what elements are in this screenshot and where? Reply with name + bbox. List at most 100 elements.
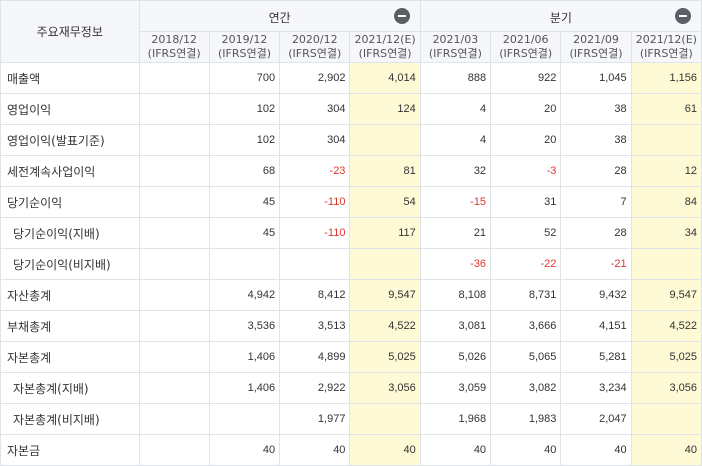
- table-cell: 3,082: [490, 372, 562, 404]
- table-cell: 52: [490, 217, 562, 249]
- table-cell: 3,513: [279, 310, 351, 342]
- table-cell: 2,902: [279, 62, 351, 94]
- table-cell: 9,432: [560, 279, 632, 311]
- table-cell: [138, 403, 210, 435]
- table-row: 영업이익(발표기준) 102 304 4 20 38: [0, 124, 702, 156]
- table-cell: 5,026: [419, 341, 492, 373]
- table-cell: 3,081: [419, 310, 492, 342]
- table-cell: 4: [419, 124, 492, 156]
- column-header: 2021/09 (IFRS연결): [560, 31, 632, 63]
- table-cell: 9,547: [630, 279, 702, 311]
- table-row: 자본총계(비지배) 1,977 1,968 1,983 2,047: [0, 403, 702, 435]
- table-cell: 102: [208, 93, 281, 125]
- column-period: 2019/12: [221, 33, 268, 46]
- table-cell: 40: [419, 434, 492, 466]
- table-cell: [138, 217, 210, 249]
- table-cell: 1,406: [208, 341, 281, 373]
- table-row: 부채총계 3,536 3,513 4,522 3,081 3,666 4,151 4,522: [0, 310, 702, 342]
- table-cell: 7: [560, 186, 632, 218]
- table-row: 매출액 700 2,902 4,014 888 922 1,045 1,156: [0, 62, 702, 94]
- table-cell: [138, 372, 210, 404]
- table-row: 당기순이익(비지배) -36 -22 -21: [0, 248, 702, 280]
- table-cell: [138, 341, 210, 373]
- row-label: 자본총계(지배): [0, 372, 140, 404]
- row-label: 자산총계: [0, 279, 140, 311]
- column-basis: (IFRS연결): [288, 47, 342, 60]
- financial-summary-table: 주요재무정보 연간 분기 2018/12 (IFRS연결) 2019/12 (IFRS…: [0, 0, 702, 466]
- table-cell: 4,014: [349, 62, 421, 94]
- table-row: 자산총계 4,942 8,412 9,547 8,108 8,731 9,432 9,547: [0, 279, 702, 311]
- table-cell: [138, 155, 210, 187]
- table-cell: [349, 403, 421, 435]
- column-basis: (IFRS연결): [639, 47, 693, 60]
- table-cell: -3: [490, 155, 562, 187]
- table-cell: 1,983: [490, 403, 562, 435]
- table-row: 영업이익 102 304 124 4 20 38 61: [0, 93, 702, 125]
- table-cell: 4,899: [279, 341, 351, 373]
- row-label: 자본총계: [0, 341, 140, 373]
- table-cell: 8,731: [490, 279, 562, 311]
- table-cell: [630, 124, 702, 156]
- table-cell: -110: [279, 217, 351, 249]
- table-cell: [138, 62, 210, 94]
- column-header: 2018/12 (IFRS연결): [138, 31, 210, 63]
- column-basis: (IFRS연결): [499, 47, 553, 60]
- table-cell: 4: [419, 93, 492, 125]
- table-cell: 2,922: [279, 372, 351, 404]
- table-cell: 20: [490, 124, 562, 156]
- table-cell: 40: [208, 434, 281, 466]
- table-cell: 9,547: [349, 279, 421, 311]
- table-cell: 4,522: [630, 310, 702, 342]
- table-cell: 1,156: [630, 62, 702, 94]
- table-cell: 84: [630, 186, 702, 218]
- table-cell: 117: [349, 217, 421, 249]
- row-label: 당기순이익(지배): [0, 217, 140, 249]
- group-label: 연간: [268, 10, 291, 25]
- table-cell: 4,522: [349, 310, 421, 342]
- table-cell: -22: [490, 248, 562, 280]
- table-cell: 3,056: [630, 372, 702, 404]
- table-cell: 5,025: [630, 341, 702, 373]
- table-cell: [138, 434, 210, 466]
- table-cell: 922: [490, 62, 562, 94]
- table-cell: 3,059: [419, 372, 492, 404]
- table-cell: [208, 403, 281, 435]
- table-cell: 40: [279, 434, 351, 466]
- table-cell: -15: [419, 186, 492, 218]
- table-cell: 45: [208, 217, 281, 249]
- column-header: 2020/12 (IFRS연결): [279, 31, 351, 63]
- column-header: 2021/03 (IFRS연결): [419, 31, 492, 63]
- column-period: 2021/03: [432, 33, 479, 46]
- table-cell: 8,108: [419, 279, 492, 311]
- row-label: 당기순이익(비지배): [0, 248, 140, 280]
- table-cell: [279, 248, 351, 280]
- column-header: 2019/12 (IFRS연결): [208, 31, 281, 63]
- table-row: 자본총계 1,406 4,899 5,025 5,026 5,065 5,281 5,025: [0, 341, 702, 373]
- table-cell: 28: [560, 217, 632, 249]
- table-row: 세전계속사업이익 68 -23 81 32 -3 28 12: [0, 155, 702, 187]
- corner-label: 주요재무정보: [0, 0, 140, 63]
- table-cell: 21: [419, 217, 492, 249]
- row-label: 부채총계: [0, 310, 140, 342]
- row-label: 매출액: [0, 62, 140, 94]
- table-cell: 40: [630, 434, 702, 466]
- table-cell: [349, 124, 421, 156]
- table-cell: 5,065: [490, 341, 562, 373]
- table-cell: 888: [419, 62, 492, 94]
- minus-icon[interactable]: [393, 8, 410, 24]
- table-cell: 81: [349, 155, 421, 187]
- minus-icon[interactable]: [675, 8, 691, 24]
- group-label: 분기: [549, 10, 572, 25]
- table-cell: [349, 248, 421, 280]
- table-row: 자본금 40 40 40 40 40 40 40: [0, 434, 702, 466]
- table-cell: -23: [279, 155, 351, 187]
- table-cell: 304: [279, 93, 351, 125]
- column-period: 2021/06: [502, 33, 549, 46]
- column-basis: (IFRS연결): [217, 47, 271, 60]
- table-cell: [138, 186, 210, 218]
- column-header: 2021/12(E) (IFRS연결): [349, 31, 421, 63]
- table-cell: [138, 124, 210, 156]
- table-cell: 3,666: [490, 310, 562, 342]
- table-cell: 20: [490, 93, 562, 125]
- column-period: 2021/09: [573, 33, 619, 46]
